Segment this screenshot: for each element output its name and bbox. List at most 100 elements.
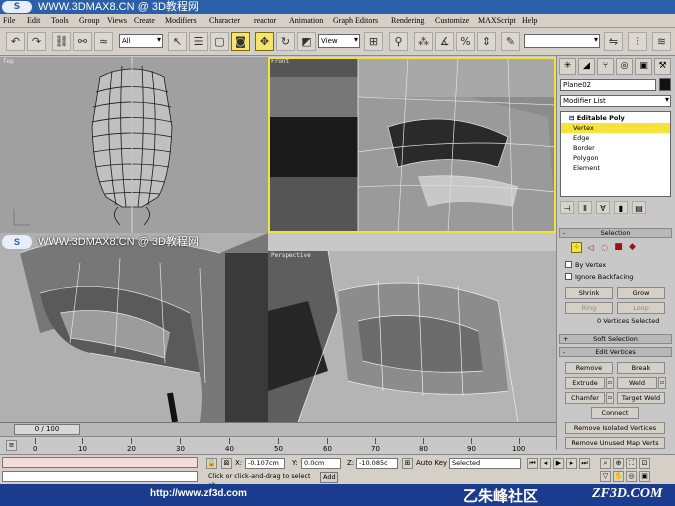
select-move-icon[interactable]: ✥ [255, 32, 274, 51]
menu-group[interactable]: Group [79, 15, 99, 27]
menu-character[interactable]: Character [209, 15, 240, 27]
remove-button[interactable]: Remove [565, 362, 613, 374]
shrink-button[interactable]: Shrink [565, 287, 613, 299]
goto-start-icon[interactable]: ⏮ [527, 458, 538, 469]
extrude-button[interactable]: Extrude [565, 377, 605, 389]
menu-tools[interactable]: Tools [51, 15, 69, 27]
selection-rollout[interactable]: - Selection [559, 228, 672, 238]
pan-icon[interactable]: ✋ [613, 471, 624, 482]
absolute-mode-icon[interactable]: ⊠ [221, 458, 232, 469]
edit-named-selection-icon[interactable]: ✎ [501, 32, 520, 51]
ignore-backfacing-checkbox[interactable]: Ignore Backfacing [565, 272, 633, 282]
grid-icon[interactable]: ⊞ [402, 458, 413, 469]
weld-settings-icon[interactable]: ▫ [658, 377, 666, 389]
unlink-icon[interactable]: ⚯ [73, 32, 92, 51]
viewport-perspective[interactable]: Perspective [268, 251, 556, 422]
mirror-icon[interactable]: ⇋ [604, 32, 623, 51]
remove-unused-map-verts-button[interactable]: Remove Unused Map Verts [565, 437, 665, 449]
chamfer-button[interactable]: Chamfer [565, 392, 605, 404]
stack-item-vertex[interactable]: Vertex [561, 123, 670, 133]
pin-stack-icon[interactable]: ⊣ [560, 201, 574, 214]
time-slider-thumb[interactable]: 0 / 100 [14, 424, 80, 435]
named-selection-dropdown[interactable] [524, 34, 600, 48]
zoom-all-icon[interactable]: ⊕ [613, 458, 624, 469]
configure-sets-icon[interactable]: ▤ [632, 201, 646, 214]
track-filter-icon[interactable]: ≡ [6, 440, 17, 451]
layer-manager-icon[interactable]: ≋ [652, 32, 671, 51]
modify-tab-icon[interactable]: ◢ [578, 58, 595, 75]
soft-selection-rollout[interactable]: + Soft Selection [559, 334, 672, 344]
modifier-list-dropdown[interactable]: Modifier List [560, 95, 671, 107]
previous-frame-icon[interactable]: ◂ [540, 458, 551, 469]
zoom-extents-icon[interactable]: ⛶ [626, 458, 637, 469]
select-rotate-icon[interactable]: ↻ [276, 32, 295, 51]
menu-file[interactable]: File [3, 15, 15, 27]
remove-modifier-icon[interactable]: ▮ [614, 201, 628, 214]
maxscript-listener-field[interactable] [2, 457, 198, 468]
menu-views[interactable]: Views [107, 15, 127, 27]
key-mode-dropdown[interactable]: Selected [449, 458, 521, 469]
window-crossing-icon[interactable]: ◙ [231, 32, 250, 51]
play-icon[interactable]: ▶ [553, 458, 564, 469]
object-color-swatch[interactable] [659, 78, 671, 91]
menu-modifiers[interactable]: Modifiers [165, 15, 197, 27]
maxscript-input-field[interactable] [2, 471, 198, 482]
undo-icon[interactable]: ↶ [6, 32, 25, 51]
menu-customize[interactable]: Customize [435, 15, 469, 27]
align-icon[interactable]: ⫶ [628, 32, 647, 51]
viewport-label-top[interactable]: Top [3, 58, 14, 65]
element-level-icon[interactable]: ◆ [627, 242, 638, 253]
stack-item-edge[interactable]: Edge [561, 133, 670, 143]
zoom-icon[interactable]: ⌕ [600, 458, 611, 469]
menu-create[interactable]: Create [134, 15, 155, 27]
select-link-icon[interactable]: ⛓ [52, 32, 71, 51]
menu-maxscript[interactable]: MAXScript [478, 15, 516, 27]
motion-tab-icon[interactable]: ◎ [616, 58, 633, 75]
next-frame-icon[interactable]: ▸ [566, 458, 577, 469]
display-tab-icon[interactable]: ▣ [635, 58, 652, 75]
hierarchy-tab-icon[interactable]: ⑂ [597, 58, 614, 75]
arc-rotate-icon[interactable]: ◎ [626, 471, 637, 482]
auto-key-button[interactable]: Auto Key [416, 458, 447, 469]
viewport-left[interactable] [0, 233, 268, 422]
utilities-tab-icon[interactable]: ⚒ [654, 58, 671, 75]
add-time-tag-button[interactable]: Add [320, 472, 338, 483]
menu-reactor[interactable]: reactor [254, 15, 276, 27]
border-level-icon[interactable]: ◌ [599, 242, 610, 253]
z-coordinate-field[interactable]: -10.085c [356, 458, 398, 469]
menu-graph-editors[interactable]: Graph Editors [333, 15, 378, 27]
menu-help[interactable]: Help [522, 15, 538, 27]
select-by-name-icon[interactable]: ☰ [189, 32, 208, 51]
time-slider[interactable]: 0 / 100 [0, 422, 556, 436]
extrude-settings-icon[interactable]: ▫ [606, 377, 614, 389]
rectangular-selection-icon[interactable]: ▢ [210, 32, 229, 51]
stack-item-border[interactable]: Border [561, 143, 670, 153]
angle-snap-icon[interactable]: ∡ [435, 32, 454, 51]
maximize-viewport-icon[interactable]: ▣ [639, 471, 650, 482]
by-vertex-checkbox[interactable]: By Vertex [565, 260, 606, 270]
viewport-label-perspective[interactable]: Perspective [271, 252, 311, 259]
grow-button[interactable]: Grow [617, 287, 665, 299]
edge-level-icon[interactable]: ◁ [585, 242, 596, 253]
y-coordinate-field[interactable]: 0.0cm [301, 458, 341, 469]
menu-rendering[interactable]: Rendering [391, 15, 424, 27]
stack-item-polygon[interactable]: Polygon [561, 153, 670, 163]
snap-toggle-icon[interactable]: ⁂ [414, 32, 433, 51]
remove-isolated-vertices-button[interactable]: Remove Isolated Vertices [565, 422, 665, 434]
vertex-level-icon[interactable]: ⁘ [571, 242, 582, 253]
object-name-field[interactable]: Plane02 [560, 79, 656, 91]
percent-snap-icon[interactable]: % [456, 32, 475, 51]
target-weld-button[interactable]: Target Weld [617, 392, 665, 404]
select-scale-icon[interactable]: ◩ [297, 32, 316, 51]
track-bar[interactable]: ≡ 0 10 20 30 40 50 60 70 80 90 100 [0, 436, 556, 454]
polygon-level-icon[interactable]: ■ [613, 242, 624, 253]
make-unique-icon[interactable]: ∀ [596, 201, 610, 214]
bind-space-warp-icon[interactable]: ≈ [94, 32, 113, 51]
viewport-top[interactable]: Top [0, 57, 268, 233]
break-button[interactable]: Break [617, 362, 665, 374]
stack-item-element[interactable]: Element [561, 163, 670, 173]
select-object-icon[interactable]: ↖ [168, 32, 187, 51]
redo-icon[interactable]: ↷ [27, 32, 46, 51]
lock-selection-icon[interactable]: 🔒 [206, 458, 217, 469]
stack-item-editable-poly[interactable]: ⊟ Editable Poly [561, 113, 670, 123]
